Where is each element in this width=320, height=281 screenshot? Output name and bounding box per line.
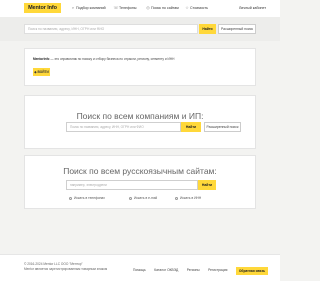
top-search-strip: Поиск по названию, адресу, ИНН, ОГРН или…: [0, 17, 280, 41]
logo[interactable]: Mentor Info: [24, 3, 61, 13]
footer-link-okved[interactable]: Каталог ОКВЭД: [154, 268, 178, 273]
info-description: — это справочник по поиску и отбору бизн…: [50, 57, 175, 61]
top-search-button[interactable]: Найти: [199, 24, 216, 34]
companies-search-button[interactable]: Найти: [181, 122, 201, 132]
sites-search-button[interactable]: Найти: [198, 180, 216, 190]
nav-label: Поиск по сайтам: [151, 6, 179, 10]
nav-company-search[interactable]: ⌕ Подбор компаний: [70, 4, 106, 12]
radio-dot: [129, 196, 132, 200]
radio-dot: [69, 196, 72, 200]
nav-phones[interactable]: ☏Телефоны: [113, 4, 137, 12]
companies-search-card: Поиск по всем компаниям и ИП: Поиск по н…: [24, 95, 256, 149]
login-button[interactable]: ◆ ВОЙТИ: [33, 68, 50, 76]
radio-dot: [175, 196, 178, 200]
footer: © 2016-2024 Mentor LLC ООО "Ментор" Ment…: [0, 254, 280, 281]
footer-link-help[interactable]: Помощь: [133, 268, 146, 273]
feedback-button[interactable]: Обратная связь: [235, 266, 268, 275]
footer-copyright: © 2016-2024 Mentor LLC ООО "Ментор" Ment…: [24, 262, 107, 272]
top-search-input[interactable]: Поиск по названию, адресу, ИНН, ОГРН или…: [24, 24, 198, 34]
top-advanced-search-button[interactable]: Расширенный поиск: [218, 24, 256, 34]
nav-label: Стоимость: [190, 6, 208, 10]
nav-label: Подбор компаний: [76, 6, 106, 10]
option-inn[interactable]: Искать в ИНН: [175, 196, 201, 201]
trademark-line: Mentor является зарегистрированным товар…: [24, 267, 108, 271]
footer-links: Помощь Каталог ОКВЭД Регионы Регистрация…: [129, 262, 268, 275]
footer-link-register[interactable]: Регистрация: [208, 268, 227, 273]
nav-pricing[interactable]: ☆Стоимость: [184, 4, 208, 12]
info-card: MentorInfo — это справочник по поиску и …: [24, 48, 256, 86]
nav-label: Телефоны: [119, 6, 137, 10]
nav-site-search[interactable]: ◎Поиск по сайтам: [145, 4, 179, 12]
sites-search-card: Поиск по всем русскоязычным сайтам: напр…: [24, 155, 256, 209]
info-brand: MentorInfo: [33, 57, 50, 61]
footer-link-regions[interactable]: Регионы: [187, 268, 200, 273]
login-icon: ◆: [34, 70, 37, 74]
top-header: Mentor Info ⌕ Подбор компаний ☏Телефоны ◎…: [0, 0, 280, 18]
sites-search-input[interactable]: например, электродрели: [66, 180, 198, 190]
option-phones[interactable]: Искать в телефонах: [69, 196, 105, 201]
option-label: Искать в e-mail: [134, 196, 158, 200]
sites-search-title: Поиск по всем русскоязычным сайтам:: [63, 166, 217, 176]
option-label: Искать в ИНН: [180, 196, 202, 200]
companies-search-input[interactable]: Поиск по названию, адресу, ИНН, ОГРН или…: [66, 122, 181, 132]
info-text: MentorInfo — это справочник по поиску и …: [33, 57, 243, 62]
login-label: ВОЙТИ: [37, 70, 49, 74]
option-email[interactable]: Искать в e-mail: [129, 196, 157, 201]
companies-advanced-search-button[interactable]: Расширенный поиск: [204, 122, 241, 132]
option-label: Искать в телефонах: [74, 196, 105, 200]
personal-cabinet-link[interactable]: Личный кабинет: [239, 4, 266, 12]
companies-search-title: Поиск по всем компаниям и ИП:: [76, 111, 204, 121]
